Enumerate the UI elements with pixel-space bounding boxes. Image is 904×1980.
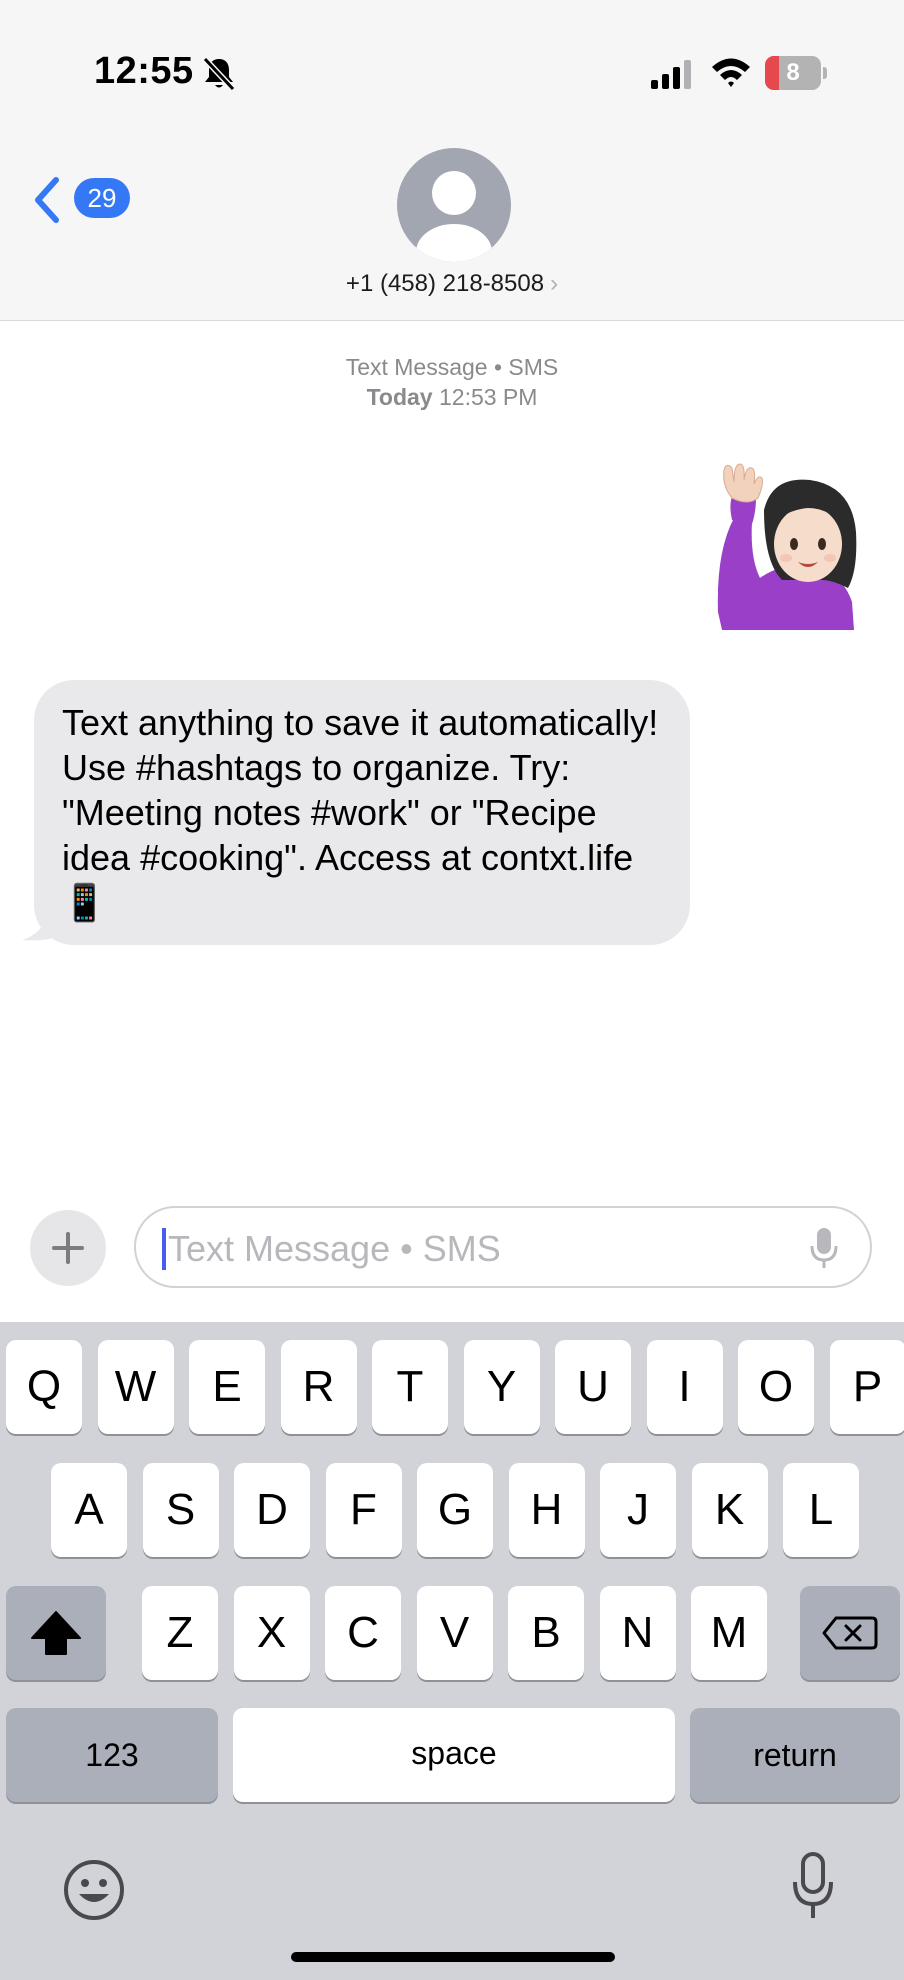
key-r[interactable]: R (280, 1340, 357, 1434)
key-label: V (439, 1608, 470, 1657)
key-u[interactable]: U (555, 1340, 631, 1434)
key-label: B (531, 1608, 561, 1657)
conversation-meta: Text Message • SMS Today 12:53 PM (0, 352, 904, 412)
key-label: O (758, 1362, 794, 1411)
key-k[interactable]: K (691, 1463, 768, 1557)
dictation-mic-icon[interactable] (808, 1226, 840, 1270)
add-attachment-button[interactable] (30, 1210, 106, 1286)
keyboard: 123 space return Q W E R T Y U I O P A S D F G H J K L Z X C V… (0, 1322, 904, 1980)
plus-icon (52, 1232, 84, 1264)
key-x[interactable]: X (233, 1586, 310, 1680)
key-label: A (74, 1485, 104, 1534)
contact-avatar[interactable] (397, 148, 511, 262)
key-e[interactable]: E (189, 1340, 265, 1434)
message-input-placeholder: Text Message • SMS (168, 1228, 501, 1269)
key-label: U (577, 1362, 609, 1411)
time-label: 12:53 PM (438, 384, 538, 410)
return-key-label: return (753, 1737, 837, 1773)
status-time: 12:55 (94, 50, 194, 92)
delete-backspace-icon (822, 1616, 878, 1650)
key-label: T (396, 1362, 424, 1411)
shift-key[interactable] (6, 1586, 106, 1680)
incoming-message-bubble[interactable]: Text anything to save it automatically! … (34, 680, 690, 945)
key-label: I (678, 1362, 691, 1411)
key-label: C (347, 1608, 379, 1657)
keyboard-dictation-mic-icon[interactable] (790, 1852, 836, 1922)
key-s[interactable]: S (142, 1463, 219, 1557)
key-label: P (852, 1362, 883, 1411)
unread-count-badge: 29 (74, 178, 130, 218)
key-label: L (808, 1485, 834, 1534)
person-silhouette-icon (416, 171, 492, 262)
key-o[interactable]: O (738, 1340, 814, 1434)
delete-key[interactable] (800, 1586, 900, 1680)
space-key[interactable]: space (233, 1708, 675, 1802)
contact-number: +1 (458) 218-8508 (345, 270, 545, 297)
cellular-signal-icon (651, 60, 691, 89)
battery-icon: 8 (765, 56, 827, 90)
key-l[interactable]: L (783, 1463, 859, 1557)
key-c[interactable]: C (325, 1586, 401, 1680)
contact-number-button[interactable]: +1 (458) 218-8508 › (0, 270, 904, 298)
key-label: Z (166, 1608, 194, 1657)
key-t[interactable]: T (372, 1340, 448, 1434)
key-label: X (256, 1608, 287, 1657)
key-label: Y (486, 1362, 517, 1411)
key-g[interactable]: G (417, 1463, 493, 1557)
key-label: N (621, 1608, 654, 1657)
emoji-keyboard-icon[interactable] (62, 1858, 126, 1922)
shift-arrow-icon (31, 1611, 81, 1655)
key-b[interactable]: B (508, 1586, 584, 1680)
numbers-key-label: 123 (85, 1737, 139, 1773)
key-n[interactable]: N (599, 1586, 676, 1680)
key-q[interactable]: Q (6, 1340, 82, 1434)
service-label: Text Message • SMS (345, 354, 559, 380)
back-button[interactable]: 29 (30, 172, 140, 228)
message-input[interactable]: Text Message • SMS (134, 1206, 872, 1288)
conversation-header: 12:55 8 29 +1 (458) 218-8508 › (0, 0, 904, 321)
space-key-label: space (411, 1735, 497, 1771)
woman-raising-hand-emoji[interactable] (712, 462, 872, 632)
key-i[interactable]: I (646, 1340, 723, 1434)
key-m[interactable]: M (691, 1586, 767, 1680)
battery-level: 8 (786, 59, 800, 86)
chevron-right-icon: › (550, 270, 559, 297)
key-label: D (256, 1485, 288, 1534)
key-p[interactable]: P (829, 1340, 904, 1434)
numbers-key[interactable]: 123 (6, 1708, 218, 1802)
key-z[interactable]: Z (142, 1586, 218, 1680)
chevron-left-icon (35, 177, 59, 223)
key-w[interactable]: W (97, 1340, 174, 1434)
wifi-icon (712, 58, 750, 87)
home-indicator[interactable] (291, 1952, 615, 1962)
key-label: K (714, 1485, 745, 1534)
key-label: R (302, 1362, 335, 1411)
key-label: S (165, 1485, 196, 1534)
bubble-tail (22, 912, 62, 941)
date-label: Today (366, 384, 433, 410)
key-label: W (114, 1362, 157, 1411)
key-v[interactable]: V (416, 1586, 493, 1680)
return-key[interactable]: return (690, 1708, 900, 1802)
key-f[interactable]: F (325, 1463, 402, 1557)
key-label: F (350, 1485, 377, 1534)
key-a[interactable]: A (51, 1463, 127, 1557)
bell-slash-icon (202, 56, 236, 92)
key-j[interactable]: J (600, 1463, 676, 1557)
key-label: M (710, 1608, 748, 1657)
key-y[interactable]: Y (463, 1340, 540, 1434)
key-label: J (627, 1485, 649, 1534)
key-label: E (212, 1362, 242, 1411)
key-h[interactable]: H (508, 1463, 585, 1557)
key-label: G (437, 1485, 473, 1534)
key-d[interactable]: D (234, 1463, 310, 1557)
key-label: Q (26, 1362, 62, 1411)
text-cursor (162, 1228, 166, 1270)
key-label: H (530, 1485, 563, 1534)
